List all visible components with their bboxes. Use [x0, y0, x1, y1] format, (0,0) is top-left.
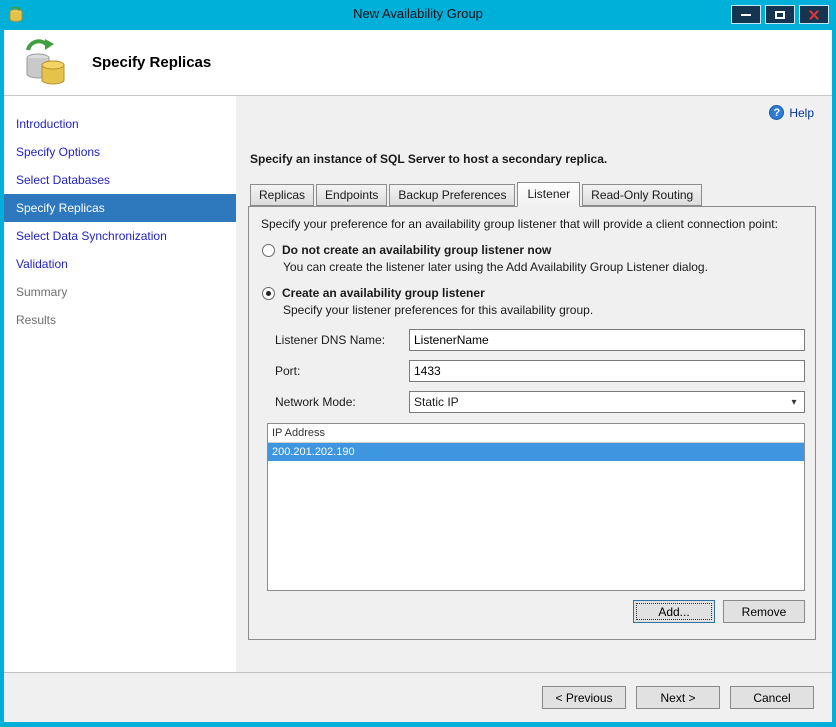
- port-input[interactable]: [409, 360, 805, 382]
- tab-replicas[interactable]: Replicas: [250, 184, 314, 206]
- close-icon: [808, 9, 820, 21]
- previous-button[interactable]: < Previous: [542, 686, 626, 709]
- dialog-window: New Availability Group Specify Repli: [0, 0, 836, 727]
- tab-listener[interactable]: Listener: [517, 182, 580, 207]
- maximize-icon: [775, 11, 785, 19]
- availability-group-icon: [20, 38, 70, 88]
- dialog-content: Specify Replicas Introduction Specify Op…: [4, 30, 832, 722]
- titlebar: New Availability Group: [0, 0, 836, 30]
- sidebar-item-results: Results: [4, 306, 236, 334]
- ip-list-buttons: Add... Remove: [259, 600, 805, 623]
- wizard-body: Introduction Specify Options Select Data…: [4, 96, 832, 672]
- radio-create-listener-description: Specify your listener preferences for th…: [283, 303, 805, 317]
- network-mode-select[interactable]: Static IP ▾: [409, 391, 805, 413]
- radio-no-listener[interactable]: Do not create an availability group list…: [262, 243, 805, 257]
- listener-tab-panel: Specify your preference for an availabil…: [248, 206, 816, 640]
- listener-preference-text: Specify your preference for an availabil…: [261, 217, 805, 231]
- ip-address-column-header: IP Address: [268, 424, 804, 443]
- wizard-header: Specify Replicas: [4, 30, 832, 96]
- close-button[interactable]: [799, 5, 829, 24]
- sidebar-item-validation[interactable]: Validation: [4, 250, 236, 278]
- sidebar-item-specify-options[interactable]: Specify Options: [4, 138, 236, 166]
- dns-name-input[interactable]: [409, 329, 805, 351]
- radio-no-listener-description: You can create the listener later using …: [283, 260, 805, 274]
- radio-create-listener-label[interactable]: Create an availability group listener: [282, 286, 485, 300]
- add-button[interactable]: Add...: [633, 600, 715, 623]
- radio-create-listener-control[interactable]: [262, 287, 275, 300]
- sidebar-item-introduction[interactable]: Introduction: [4, 110, 236, 138]
- help-link[interactable]: ? Help: [769, 105, 814, 120]
- sidebar-item-specify-replicas[interactable]: Specify Replicas: [4, 194, 236, 222]
- sidebar-item-select-databases[interactable]: Select Databases: [4, 166, 236, 194]
- radio-create-listener[interactable]: Create an availability group listener: [262, 286, 805, 300]
- port-label: Port:: [275, 364, 409, 378]
- tab-read-only-routing[interactable]: Read-Only Routing: [582, 184, 702, 206]
- radio-no-listener-label[interactable]: Do not create an availability group list…: [282, 243, 551, 257]
- maximize-button[interactable]: [765, 5, 795, 24]
- tab-backup-preferences[interactable]: Backup Preferences: [389, 184, 515, 206]
- window-title: New Availability Group: [0, 6, 836, 21]
- page-instruction: Specify an instance of SQL Server to hos…: [250, 152, 816, 166]
- radio-no-listener-control[interactable]: [262, 244, 275, 257]
- page-title: Specify Replicas: [92, 54, 211, 71]
- window-controls: [731, 5, 829, 24]
- ip-address-row[interactable]: 200.201.202.190: [268, 443, 804, 461]
- network-mode-label: Network Mode:: [275, 395, 409, 409]
- minimize-icon: [741, 14, 751, 16]
- network-mode-value: Static IP: [410, 395, 784, 409]
- tab-endpoints[interactable]: Endpoints: [316, 184, 387, 206]
- next-button[interactable]: Next >: [636, 686, 720, 709]
- dns-name-label: Listener DNS Name:: [275, 333, 409, 347]
- chevron-down-icon: ▾: [784, 397, 804, 408]
- wizard-footer: < Previous Next > Cancel: [4, 672, 832, 722]
- sidebar-item-select-data-synchronization[interactable]: Select Data Synchronization: [4, 222, 236, 250]
- remove-button[interactable]: Remove: [723, 600, 805, 623]
- cancel-button[interactable]: Cancel: [730, 686, 814, 709]
- help-icon: ?: [769, 105, 784, 120]
- sidebar-item-summary: Summary: [4, 278, 236, 306]
- minimize-button[interactable]: [731, 5, 761, 24]
- replica-tabs: Replicas Endpoints Backup Preferences Li…: [248, 182, 816, 206]
- ip-address-list[interactable]: IP Address 200.201.202.190: [267, 423, 805, 591]
- wizard-main-pane: ? Help Specify an instance of SQL Server…: [236, 96, 832, 672]
- help-label: Help: [789, 106, 814, 120]
- wizard-steps-sidebar: Introduction Specify Options Select Data…: [4, 96, 236, 672]
